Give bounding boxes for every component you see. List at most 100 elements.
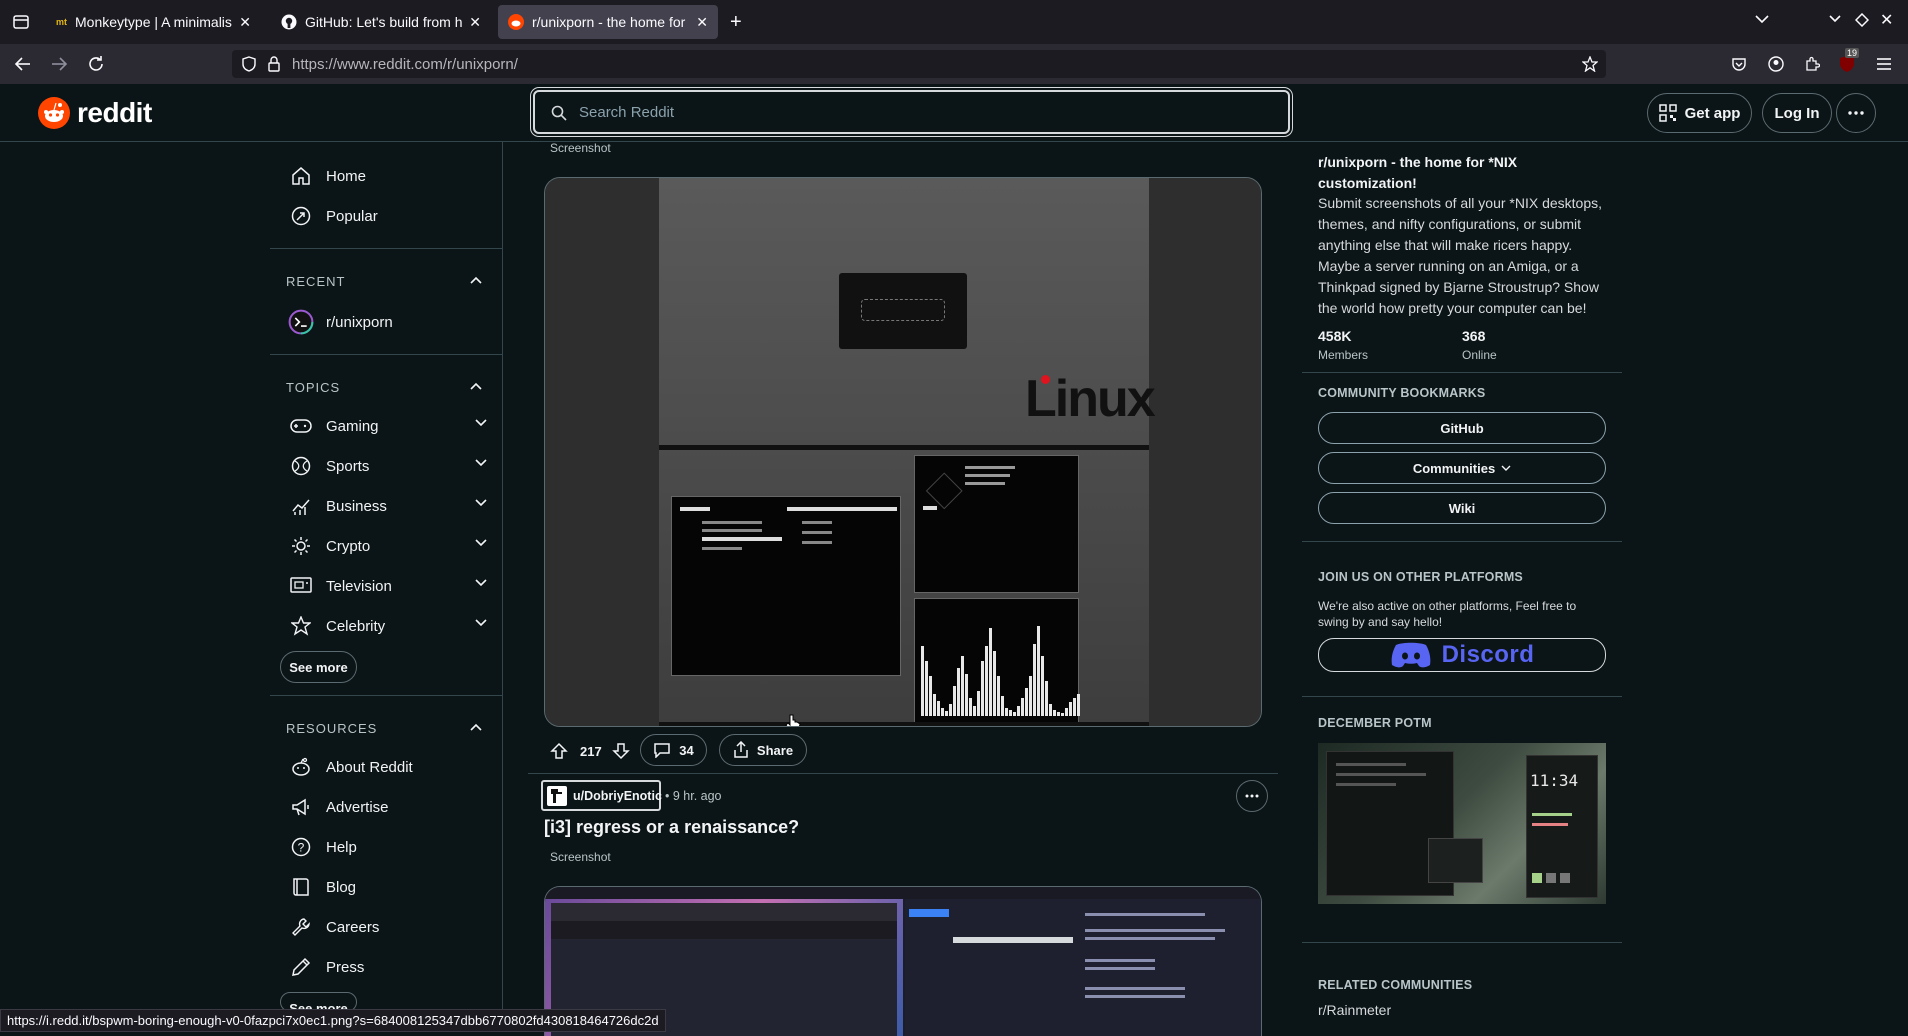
maximize-diamond-icon[interactable] [1855, 13, 1869, 27]
forward-arrow-icon[interactable] [50, 56, 68, 72]
visualizer-bar [1077, 694, 1080, 716]
upvote-arrow-icon[interactable] [550, 742, 568, 760]
reload-icon[interactable] [87, 55, 105, 73]
sidebar-item-about-reddit[interactable]: About Reddit [288, 748, 488, 786]
extensions-puzzle-icon[interactable] [1804, 56, 1820, 72]
reddit-logo[interactable]: reddit [38, 97, 152, 129]
share-button[interactable]: Share [719, 734, 807, 766]
left-sidebar: Home Popular RECENT r/unixporn TOPICS Ga… [270, 142, 503, 1032]
help-question-icon: ? [288, 837, 314, 857]
sidebar-item-gaming[interactable]: Gaming [288, 407, 488, 445]
search-input[interactable]: Search Reddit [533, 90, 1290, 134]
community-sidebar: r/unixporn - the home for *NIX customiza… [1302, 142, 1622, 1032]
visualizer-bar [945, 711, 948, 716]
divider [1302, 942, 1622, 943]
sidebar-item-unixporn[interactable]: r/unixporn [288, 303, 488, 341]
business-chart-icon [288, 496, 314, 516]
community-title: r/unixporn - the home for *NIX customiza… [1318, 154, 1518, 191]
discord-button[interactable]: Discord [1318, 638, 1606, 672]
chevron-down-icon [474, 538, 488, 547]
visualizer-bar [921, 646, 924, 716]
more-options-button[interactable] [1836, 93, 1876, 133]
sidebar-item-label: Popular [326, 207, 378, 225]
close-tab-icon[interactable]: ✕ [696, 14, 708, 31]
potm-image[interactable]: 11:34 [1318, 743, 1606, 904]
ellipsis-icon [1848, 111, 1864, 115]
sidebar-item-label: r/unixporn [326, 313, 393, 331]
sidebar-item-advertise[interactable]: Advertise [288, 788, 488, 826]
pocket-icon[interactable] [1731, 56, 1747, 72]
post-title[interactable]: [i3] regress or a renaissance? [544, 817, 799, 838]
sidebar-item-business[interactable]: Business [288, 487, 488, 525]
sidebar-item-celebrity[interactable]: Celebrity [288, 607, 488, 645]
lock-icon[interactable] [268, 56, 280, 72]
sidebar-item-careers[interactable]: Careers [288, 908, 488, 946]
shield-icon[interactable] [242, 56, 256, 72]
close-tab-icon[interactable]: ✕ [469, 14, 481, 31]
bookmark-star-icon[interactable] [1582, 56, 1598, 72]
linux-logo-dot [1041, 375, 1050, 384]
bookmark-github-button[interactable]: GitHub [1318, 412, 1606, 444]
recent-section-header[interactable]: RECENT [286, 274, 345, 289]
resources-section-header[interactable]: RESOURCES [286, 721, 377, 736]
sidebar-item-home[interactable]: Home [288, 157, 488, 195]
sidebar-item-label: Careers [326, 918, 380, 936]
related-community-link[interactable]: r/Rainmeter [1318, 1002, 1391, 1018]
minimize-chevron-icon[interactable] [1828, 14, 1842, 24]
see-more-topics-button[interactable]: See more [280, 651, 357, 683]
sidebar-item-crypto[interactable]: Crypto [288, 527, 488, 565]
screenshot-image: Linux [659, 178, 1156, 726]
notification-badge: 19 [1845, 48, 1860, 58]
visualizer-bar [1029, 676, 1032, 716]
chevron-up-icon[interactable] [469, 276, 483, 285]
sidebar-item-help[interactable]: ? Help [288, 828, 488, 866]
monkeytype-favicon-icon: mt [56, 17, 67, 27]
url-bar[interactable]: https://www.reddit.com/r/unixporn/ [232, 50, 1606, 78]
visualizer-bar [957, 668, 960, 716]
tab-monkeytype[interactable]: mt Monkeytype | A minimalis ✕ [46, 5, 261, 39]
sidebar-item-sports[interactable]: Sports [288, 447, 488, 485]
post-image[interactable]: Linux [544, 177, 1262, 727]
hamburger-menu-icon[interactable] [1876, 57, 1892, 71]
login-button[interactable]: Log In [1762, 93, 1832, 133]
author-link[interactable]: u/DobriyEnotic [541, 780, 662, 811]
sidebar-item-television[interactable]: Television [288, 567, 488, 605]
back-arrow-icon[interactable] [14, 56, 32, 72]
tab-unixporn[interactable]: r/unixporn - the home for ✕ [498, 5, 718, 39]
close-tab-icon[interactable]: ✕ [239, 14, 251, 31]
image-blur-right [1149, 178, 1261, 726]
visualizer-bar [1021, 698, 1024, 716]
chevron-up-icon[interactable] [469, 723, 483, 732]
tab-list-chevron-icon[interactable] [1754, 14, 1770, 24]
wm-top-bar [545, 887, 1261, 899]
ellipsis-icon [1245, 794, 1259, 798]
tab-github[interactable]: GitHub: Let's build from he ✕ [271, 5, 491, 39]
wm-top-bar [659, 445, 1149, 450]
chevron-down-icon [474, 498, 488, 507]
tab-overview-icon[interactable] [12, 13, 30, 31]
sidebar-item-label: Gaming [326, 417, 379, 435]
account-icon[interactable] [1768, 56, 1784, 72]
search-placeholder: Search Reddit [579, 104, 675, 121]
post-flair[interactable]: Screenshot [550, 141, 611, 155]
post-options-button[interactable] [1236, 780, 1268, 812]
chevron-up-icon[interactable] [469, 382, 483, 391]
sidebar-item-blog[interactable]: Blog [288, 868, 488, 906]
downvote-arrow-icon[interactable] [611, 742, 630, 760]
new-tab-icon[interactable]: + [730, 11, 742, 34]
bookmarks-header: COMMUNITY BOOKMARKS [1318, 386, 1486, 400]
visualizer-bar [1061, 713, 1064, 716]
online-count: 368 [1462, 328, 1486, 344]
sidebar-item-press[interactable]: Press [288, 948, 488, 986]
share-icon [734, 741, 748, 758]
close-window-icon[interactable]: ✕ [1880, 10, 1893, 30]
sidebar-item-popular[interactable]: Popular [288, 197, 488, 235]
post-flair[interactable]: Screenshot [550, 850, 611, 864]
members-count: 458K [1318, 328, 1352, 344]
ublock-shield-icon[interactable]: 19 [1838, 48, 1860, 73]
topics-section-header[interactable]: TOPICS [286, 380, 340, 395]
bookmark-wiki-button[interactable]: Wiki [1318, 492, 1606, 524]
comments-button[interactable]: 34 [640, 734, 707, 766]
bookmark-communities-button[interactable]: Communities [1318, 452, 1606, 484]
get-app-button[interactable]: Get app [1647, 93, 1752, 133]
